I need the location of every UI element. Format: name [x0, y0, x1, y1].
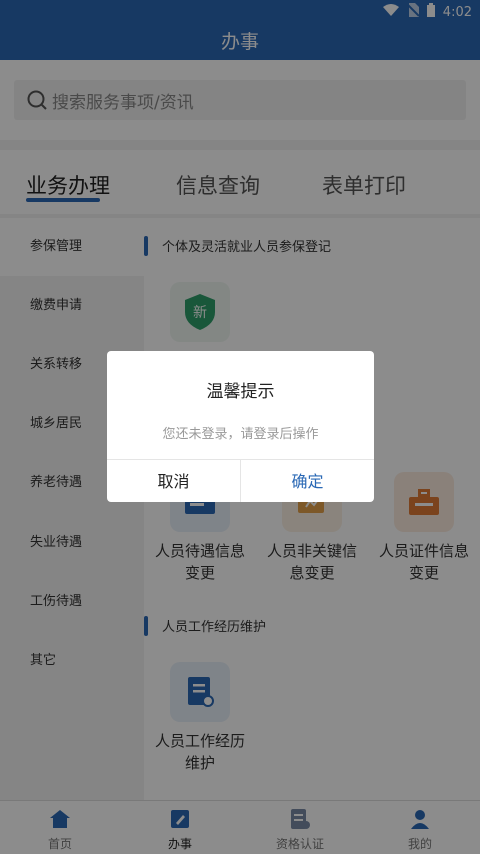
confirm-button[interactable]: 确定	[241, 460, 374, 502]
dialog-title: 温馨提示	[206, 382, 275, 402]
dialog-message: 您还未登录，请登录后操作	[162, 427, 319, 442]
cancel-button[interactable]: 取消	[107, 460, 241, 502]
dialog-buttons: 取消 确定	[107, 459, 374, 502]
login-prompt-dialog: 温馨提示 您还未登录，请登录后操作 取消 确定	[107, 351, 374, 502]
